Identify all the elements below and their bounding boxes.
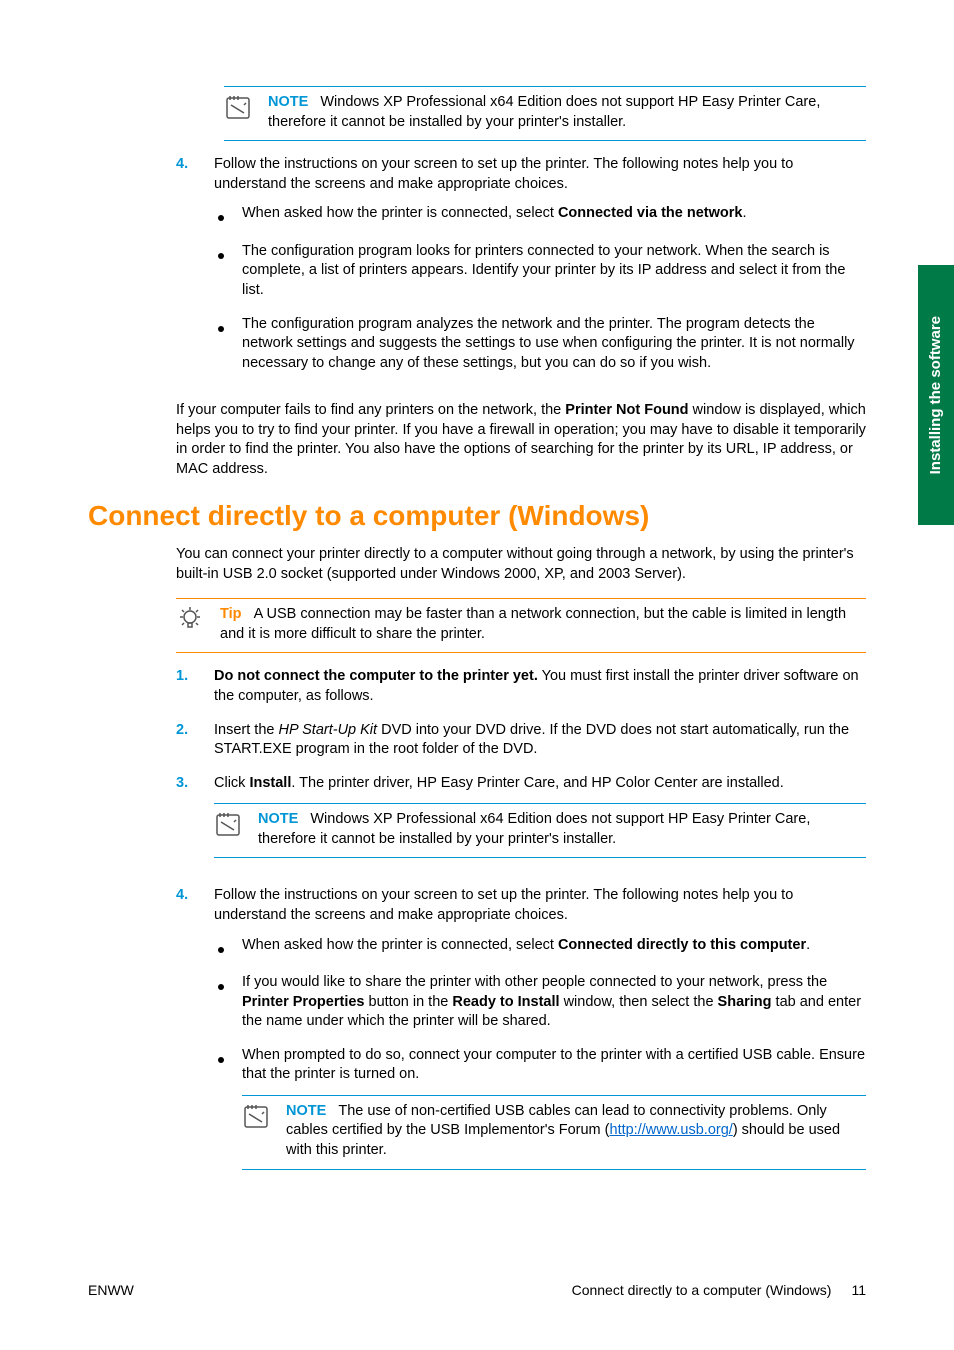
step-number: 4. [176,155,194,387]
page-number: 11 [851,1281,866,1300]
note-callout: NOTE Windows XP Professional x64 Edition… [224,86,866,141]
closing-paragraph: If your computer fails to find any print… [176,401,866,479]
tip-icon [176,605,208,644]
note-label: NOTE [286,1103,326,1119]
step-4b: 4. Follow the instructions on your scree… [176,886,866,1197]
note-text: NOTE Windows XP Professional x64 Edition… [268,93,866,132]
side-tab-label: Installing the software [926,316,946,474]
tip-body: A USB connection may be faster than a ne… [220,606,846,642]
note-label: NOTE [258,811,298,827]
content-column: NOTE Windows XP Professional x64 Edition… [136,86,866,1198]
bullet-icon [214,315,226,374]
note-body: Windows XP Professional x64 Edition does… [258,811,810,847]
step-text: Follow the instructions on your screen t… [214,886,866,925]
side-tab: Installing the software [918,265,954,525]
bullet-icon [214,204,226,228]
bullet-item: The configuration program looks for prin… [214,242,866,301]
bullet-item: When prompted to do so, connect your com… [214,1046,866,1184]
usb-org-link[interactable]: http://www.usb.org/ [610,1122,733,1138]
step-number: 1. [176,667,194,706]
step-1: 1. Do not connect the computer to the pr… [176,667,866,706]
bullet-item: The configuration program analyzes the n… [214,315,866,374]
section-heading: Connect directly to a computer (Windows) [88,497,866,535]
tip-text: Tip A USB connection may be faster than … [220,605,866,644]
tip-label: Tip [220,606,241,622]
bullet-item: When asked how the printer is connected,… [214,936,866,960]
page-footer: ENWW Connect directly to a computer (Win… [88,1281,866,1300]
footer-left: ENWW [88,1281,134,1300]
section-intro: You can connect your printer directly to… [176,545,866,584]
step-number: 2. [176,721,194,760]
note-callout: NOTE The use of non-certified USB cables… [242,1095,866,1170]
bullet-item: When asked how the printer is connected,… [214,204,866,228]
note-label: NOTE [268,94,308,110]
bullet-icon [214,1046,226,1184]
step-4: 4. Follow the instructions on your scree… [176,155,866,387]
note-text: NOTE Windows XP Professional x64 Edition… [258,810,866,849]
bullet-icon [214,936,226,960]
note-icon [242,1102,274,1161]
note-text: NOTE The use of non-certified USB cables… [286,1102,866,1161]
page: Installing the software NOTE Windows XP … [0,0,954,1350]
step-3: 3. Click Install. The printer driver, HP… [176,774,866,873]
footer-section: Connect directly to a computer (Windows) [572,1281,832,1300]
tip-callout: Tip A USB connection may be faster than … [176,598,866,653]
step-text: Follow the instructions on your screen t… [214,155,866,194]
step-number: 4. [176,886,194,1197]
bullet-icon [214,242,226,301]
bullet-icon [214,973,226,1032]
note-body: Windows XP Professional x64 Edition does… [268,94,820,130]
note-icon [224,93,256,132]
bullet-item: If you would like to share the printer w… [214,973,866,1032]
note-callout: NOTE Windows XP Professional x64 Edition… [214,803,866,858]
step-number: 3. [176,774,194,873]
step-2: 2. Insert the HP Start-Up Kit DVD into y… [176,721,866,760]
note-icon [214,810,246,849]
